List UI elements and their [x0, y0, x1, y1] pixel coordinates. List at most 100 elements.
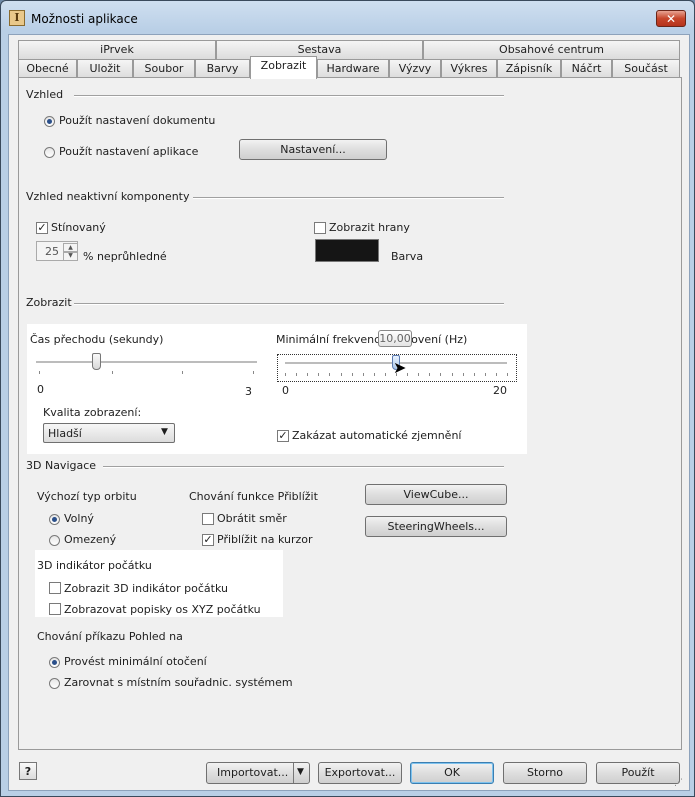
close-button[interactable]: ✕ — [656, 10, 686, 27]
label-display-quality: Kvalita zobrazení: — [43, 406, 142, 419]
split-divider — [293, 763, 294, 783]
options-dialog: I Možnosti aplikace ✕ iPrvek Sestava Obs… — [0, 0, 695, 797]
section-display-label: Zobrazit — [26, 296, 72, 309]
label-show-origin-indicator: Zobrazit 3D indikátor počátku — [64, 582, 228, 595]
slider-tick — [340, 373, 342, 376]
label-min-refresh-rate: Minimální frekvence obnovení (Hz) — [276, 333, 468, 346]
transition-max-label: 3 — [245, 385, 252, 398]
section-inactive-label: Vzhled neaktivní komponenty — [26, 190, 190, 203]
spin-down-icon[interactable]: ▼ — [63, 251, 78, 261]
slider-tick — [407, 373, 409, 376]
tab-vyzvy[interactable]: Výzvy — [389, 59, 441, 78]
tab-obsahove-centrum[interactable]: Obsahové centrum — [423, 40, 680, 59]
steeringwheels-button[interactable]: SteeringWheels... — [365, 516, 507, 537]
checkbox-shaded[interactable]: ✓ — [36, 222, 48, 234]
display-quality-dropdown[interactable]: Hladší ▼ — [43, 423, 175, 443]
label-opacity: % neprůhledné — [83, 250, 167, 263]
export-button[interactable]: Exportovat... — [318, 762, 402, 784]
label-orbit-constrained: Omezený — [64, 533, 117, 546]
color-swatch-button[interactable] — [315, 239, 379, 262]
label-show-edges: Zobrazit hrany — [329, 221, 410, 234]
label-show-xyz-labels: Zobrazovat popisky os XYZ počátku — [64, 603, 261, 616]
opacity-value: 25 — [45, 245, 59, 258]
tab-nacrt[interactable]: Náčrt — [561, 59, 612, 78]
radio-orbit-constrained[interactable] — [49, 535, 60, 546]
separator — [74, 95, 504, 97]
radio-align-local-ucs[interactable] — [49, 678, 60, 689]
slider-tick — [112, 371, 113, 374]
label-orbit-free: Volný — [64, 512, 94, 525]
tab-zapisnik[interactable]: Zápisník — [497, 59, 561, 78]
tab-hardware[interactable]: Hardware — [317, 59, 389, 78]
section-3d-navigation-label: 3D Navigace — [26, 459, 97, 472]
cancel-button[interactable]: Storno — [503, 762, 587, 784]
apply-button[interactable]: Použít — [596, 762, 680, 784]
app-icon: I — [9, 10, 25, 26]
title-bar[interactable]: I Možnosti aplikace ✕ — [1, 1, 694, 35]
chevron-down-icon[interactable]: ▼ — [297, 763, 304, 782]
label-shaded: Stínovaný — [51, 221, 106, 234]
slider-tick — [507, 373, 508, 376]
checkbox-reverse-direction[interactable] — [202, 513, 214, 525]
tab-barvy[interactable]: Barvy — [195, 59, 250, 78]
tab-soucast[interactable]: Součást — [612, 59, 680, 78]
label-use-app-settings: Použít nastavení aplikace — [59, 145, 199, 158]
radio-minimum-rotation[interactable] — [49, 657, 60, 668]
label-color: Barva — [391, 250, 424, 263]
slider-tick — [373, 373, 375, 376]
separator — [193, 197, 504, 199]
slider-tick — [462, 373, 464, 376]
radio-use-app-settings[interactable] — [44, 147, 55, 158]
transition-min-label: 0 — [37, 383, 44, 396]
tab-sestava[interactable]: Sestava — [216, 40, 423, 59]
label-transition-time: Čas přechodu (sekundy) — [30, 333, 164, 346]
checkbox-show-edges[interactable] — [314, 222, 326, 234]
import-button[interactable]: Importovat... ▼ — [206, 762, 310, 784]
tab-iprvek[interactable]: iPrvek — [18, 40, 216, 59]
label-view-behavior: Chování příkazu Pohled na — [37, 630, 183, 643]
checkbox-show-origin-indicator[interactable] — [49, 582, 61, 594]
slider-tick — [296, 373, 298, 376]
checkbox-show-xyz-labels[interactable] — [49, 603, 61, 615]
transition-slider[interactable] — [36, 353, 257, 375]
checkbox-zoom-to-cursor[interactable]: ✓ — [202, 534, 214, 546]
transition-slider-thumb[interactable] — [92, 353, 102, 370]
min-rate-tooltip: 10,00 — [378, 330, 412, 347]
tab-obecne[interactable]: Obecné — [18, 59, 77, 78]
slider-tick — [351, 373, 353, 376]
label-zoom-behavior: Chování funkce Přiblížit — [189, 490, 318, 503]
slider-tick — [429, 373, 431, 376]
slider-tick — [362, 373, 364, 376]
display-quality-value: Hladší — [48, 427, 82, 440]
ok-button[interactable]: OK — [410, 762, 494, 784]
tab-zobrazit[interactable]: Zobrazit — [250, 56, 317, 79]
label-align-local-ucs: Zarovnat s místním souřadnic. systémem — [64, 676, 293, 689]
window-title: Možnosti aplikace — [31, 12, 138, 26]
mouse-cursor-icon: ➤ — [393, 358, 407, 377]
tab-ulozit[interactable]: Uložit — [77, 59, 133, 78]
separator — [103, 466, 504, 468]
dialog-client: iPrvek Sestava Obsahové centrum Obecné U… — [8, 34, 690, 791]
label-zoom-to-cursor: Přiblížit na kurzor — [217, 533, 313, 546]
resize-grip-icon[interactable]: ⋰ — [674, 778, 683, 788]
tab-panel-zobrazit: Vzhled Použít nastavení dokumentu Použít… — [18, 77, 682, 750]
slider-tick — [440, 373, 442, 376]
slider-tick — [484, 373, 486, 376]
slider-tick — [451, 373, 453, 376]
slider-tick — [182, 371, 183, 374]
help-icon[interactable]: ? — [19, 762, 37, 780]
radio-orbit-free[interactable] — [49, 514, 60, 525]
opacity-spinner[interactable]: 25 ▲ ▼ — [36, 241, 78, 261]
viewcube-button[interactable]: ViewCube... — [365, 484, 507, 505]
slider-tick — [307, 373, 309, 376]
label-origin-indicator: 3D indikátor počátku — [37, 559, 152, 572]
settings-button[interactable]: Nastavení... — [239, 139, 387, 160]
slider-tick — [495, 373, 497, 376]
tab-vykres[interactable]: Výkres — [441, 59, 497, 78]
checkbox-disable-auto-refine[interactable]: ✓ — [277, 430, 289, 442]
close-icon: ✕ — [665, 12, 677, 26]
slider-tick — [418, 373, 420, 376]
radio-use-document-settings[interactable] — [44, 116, 55, 127]
tab-soubor[interactable]: Soubor — [133, 59, 195, 78]
slider-tick — [384, 373, 386, 376]
